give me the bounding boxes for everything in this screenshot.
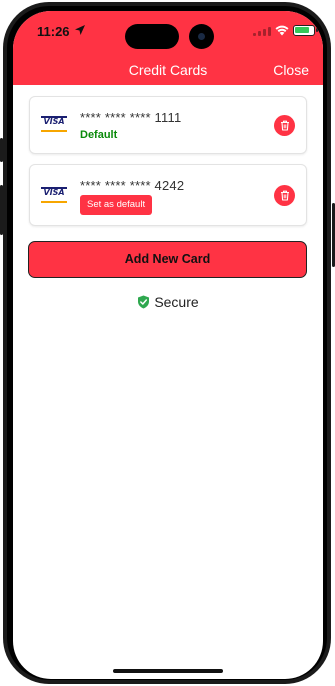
default-badge: Default — [80, 129, 118, 141]
trash-icon — [280, 120, 289, 131]
card-number: **** **** **** 4242 — [80, 178, 185, 193]
secure-indicator: Secure — [13, 294, 323, 310]
visa-icon: VISA — [41, 116, 67, 134]
app-screen: 11:26 Credit Cards Close VISA **** **** … — [13, 11, 323, 679]
visa-icon: VISA — [41, 187, 67, 205]
set-as-default-button[interactable]: Set as default — [80, 195, 153, 215]
delete-card-button[interactable] — [274, 185, 295, 206]
status-icons — [253, 25, 318, 36]
shield-check-icon — [138, 295, 150, 309]
add-new-card-button[interactable]: Add New Card — [28, 241, 307, 278]
dynamic-island — [125, 24, 179, 49]
header-bar: 11:26 Credit Cards Close — [13, 11, 323, 85]
battery-icon — [293, 25, 318, 36]
location-arrow-icon — [75, 25, 85, 35]
wifi-icon — [275, 25, 289, 36]
close-button[interactable]: Close — [273, 62, 309, 78]
card-number: **** **** **** 1111 — [80, 110, 182, 125]
delete-card-button[interactable] — [274, 115, 295, 136]
trash-icon — [280, 190, 289, 201]
credit-card-item: VISA **** **** **** 4242 Set as default — [29, 164, 307, 226]
status-time: 11:26 — [37, 24, 70, 39]
home-indicator[interactable] — [113, 669, 223, 673]
front-camera — [189, 24, 214, 49]
cellular-signal-icon — [253, 26, 271, 36]
secure-label: Secure — [154, 294, 199, 310]
credit-card-item: VISA **** **** **** 1111 Default — [29, 96, 307, 154]
